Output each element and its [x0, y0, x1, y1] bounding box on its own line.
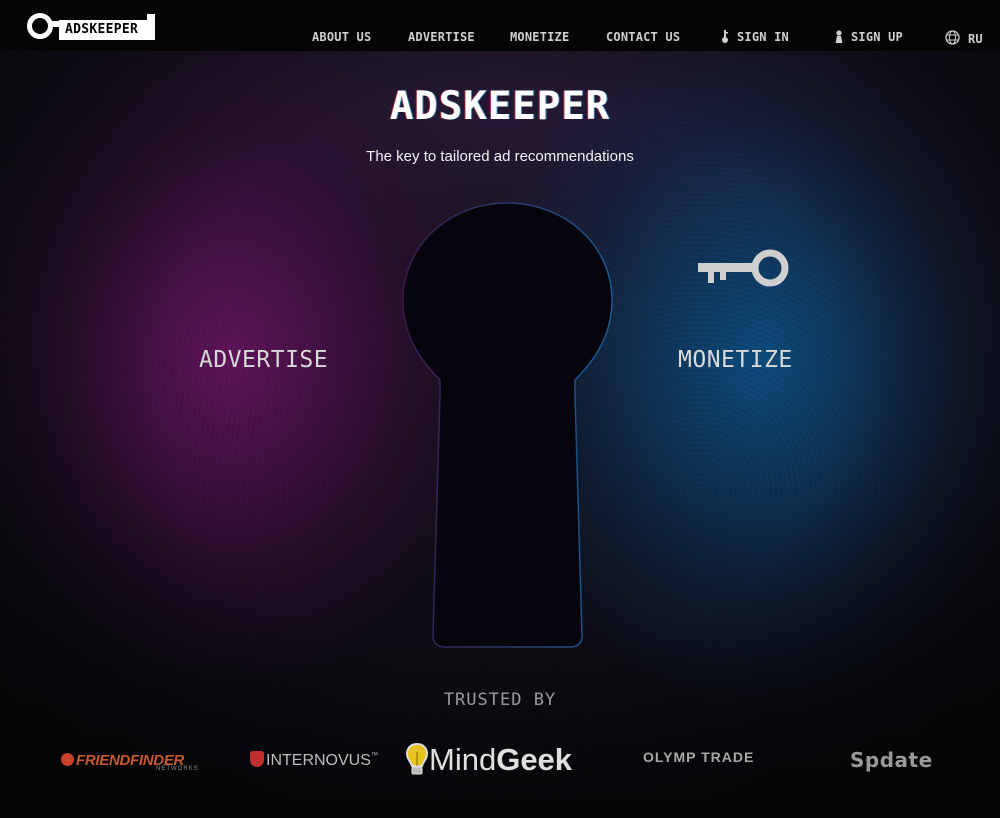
- friendfinder-logo-icon: [61, 753, 74, 766]
- nav-about-us[interactable]: ABOUT US: [312, 30, 371, 44]
- trusted-by-heading: TRUSTED BY: [443, 690, 557, 710]
- friendfinder-sub: NETWORKS: [156, 766, 199, 772]
- partner-olymp-trade[interactable]: OLYMP TRADE: [643, 749, 754, 765]
- user-icon: [835, 30, 843, 43]
- advertise-link[interactable]: ADVERTISE: [199, 347, 328, 373]
- keyhole-graphic: [402, 202, 613, 648]
- nav-language-label: RU: [968, 32, 983, 46]
- partner-friendfinder[interactable]: FRIENDFINDER NETWORKS: [61, 750, 198, 772]
- main-nav: ABOUT US ADVERTISE MONETIZE CONTACT US S…: [0, 30, 1000, 46]
- hero-title: ADSKEEPER: [389, 84, 611, 129]
- hero-subtitle: The key to tailored ad recommendations: [366, 148, 634, 165]
- globe-icon: [945, 30, 960, 45]
- nav-monetize[interactable]: MONETIZE: [510, 30, 569, 44]
- nav-sign-in[interactable]: SIGN IN: [721, 30, 789, 44]
- nav-language-ru[interactable]: RU: [945, 30, 983, 46]
- mindgeek-name-bold: Geek: [496, 742, 573, 777]
- nav-sign-up[interactable]: SIGN UP: [835, 30, 903, 44]
- partner-spdate[interactable]: Spdate: [850, 748, 933, 772]
- logo-key-shaft: [51, 21, 59, 27]
- mindgeek-name-light: Mind: [429, 742, 497, 777]
- nav-advertise[interactable]: ADVERTISE: [408, 30, 475, 44]
- partner-internovus[interactable]: INTERNOVUS™: [250, 750, 378, 770]
- monetize-link[interactable]: MONETIZE: [678, 347, 793, 373]
- top-navbar: ADSKEEPER ABOUT US ADVERTISE MONETIZE CO…: [0, 0, 1000, 51]
- nav-sign-in-label: SIGN IN: [737, 30, 789, 44]
- nav-sign-up-label: SIGN UP: [851, 30, 903, 44]
- key-icon: [722, 30, 728, 43]
- internovus-tm: ™: [370, 752, 378, 759]
- key-icon: [698, 249, 789, 287]
- partner-mindgeek[interactable]: MindGeek: [405, 742, 572, 780]
- nav-contact-us[interactable]: CONTACT US: [606, 30, 680, 44]
- lightbulb-icon: [405, 742, 429, 775]
- internovus-logo-icon: [250, 751, 264, 767]
- internovus-name: INTERNOVUS: [266, 752, 371, 769]
